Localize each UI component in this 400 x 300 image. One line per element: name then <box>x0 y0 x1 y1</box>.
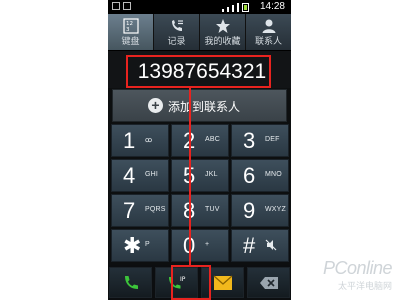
ip-call-highlight-box <box>171 265 211 300</box>
tab-contacts[interactable]: 联系人 <box>246 14 291 50</box>
keypad: 1 ꝏ 2 ABC 3 DEF 4 GHI 5 JKL 6 MNO 7 PQRS… <box>108 124 291 264</box>
storage-notification-icon <box>123 2 131 10</box>
tab-keypad-label: 键盘 <box>121 36 140 46</box>
signal-bar-icon <box>237 3 239 12</box>
key-letters: JKL <box>205 171 218 178</box>
contact-icon <box>262 19 275 33</box>
key-digit: 4 <box>123 163 136 188</box>
signal-bar-icon <box>222 9 224 12</box>
watermark-logo-text: PConline <box>322 258 393 278</box>
key-3[interactable]: 3 DEF <box>231 124 289 157</box>
signal-bar-icon <box>232 5 234 12</box>
tab-favorites[interactable]: 我的收藏 <box>200 14 245 50</box>
notification-icons <box>112 2 131 10</box>
key-digit: 3 <box>243 128 256 153</box>
tab-call-log-label: 记录 <box>167 36 186 46</box>
signal-bar-icon <box>227 7 229 12</box>
key-8[interactable]: 8 TUV <box>171 194 229 227</box>
key-hash[interactable]: # <box>231 229 289 262</box>
add-to-contacts-button[interactable]: + 添加到联系人 <box>112 89 287 122</box>
tab-contacts-label: 联系人 <box>254 36 282 46</box>
key-letters: DEF <box>265 136 280 143</box>
status-time: 14:28 <box>259 1 285 12</box>
number-highlight-box <box>126 55 271 88</box>
call-icon <box>124 275 138 289</box>
key-digit: 7 <box>123 198 136 223</box>
plus-icon: + <box>148 98 163 113</box>
key-letters: GHI <box>145 171 159 178</box>
tab-favorites-label: 我的收藏 <box>204 36 241 46</box>
silent-mode-icon <box>265 239 277 251</box>
key-letters: TUV <box>205 206 220 213</box>
key-star[interactable]: ✱ P <box>111 229 169 262</box>
key-letters: P <box>145 241 150 248</box>
key-letters: + <box>205 241 210 248</box>
add-to-contacts-label: 添加到联系人 <box>168 100 241 114</box>
backspace-button[interactable] <box>247 267 290 298</box>
watermark-subtext: 太平洋电脑网 <box>337 281 392 291</box>
key-2[interactable]: 2 ABC <box>171 124 229 157</box>
call-log-icon <box>171 20 183 31</box>
status-bar: 14:28 <box>108 0 291 14</box>
key-0[interactable]: 0 + <box>171 229 229 262</box>
backspace-icon <box>259 276 278 289</box>
key-1[interactable]: 1 ꝏ <box>111 124 169 157</box>
signal-icons <box>222 2 249 12</box>
key-letters: PQRS <box>145 206 166 213</box>
key-digit: ✱ <box>123 233 142 258</box>
tab-call-log[interactable]: 记录 <box>154 14 199 50</box>
voicemail-icon: ꝏ <box>145 137 153 144</box>
star-icon <box>215 19 230 33</box>
key-6[interactable]: 6 MNO <box>231 159 289 192</box>
highlight-connector-line <box>189 87 191 267</box>
key-9[interactable]: 9 WXYZ <box>231 194 289 227</box>
svg-text:3: 3 <box>126 27 130 33</box>
key-letters: WXYZ <box>265 206 287 213</box>
message-icon <box>213 275 232 290</box>
screenshot-notification-icon <box>112 2 120 10</box>
pconline-watermark: PConline 太平洋电脑网 <box>322 258 393 292</box>
key-digit: 1 <box>123 128 136 153</box>
key-letters: ABC <box>205 136 220 143</box>
tab-bar: 12 3 键盘 记录 我的收藏 联系人 <box>108 14 291 51</box>
key-digit: # <box>243 233 256 258</box>
key-4[interactable]: 4 GHI <box>111 159 169 192</box>
key-digit: 6 <box>243 163 256 188</box>
key-digit: 9 <box>243 198 256 223</box>
call-button[interactable] <box>109 267 152 298</box>
battery-icon <box>242 3 249 12</box>
key-7[interactable]: 7 PQRS <box>111 194 169 227</box>
key-5[interactable]: 5 JKL <box>171 159 229 192</box>
tab-keypad[interactable]: 12 3 键盘 <box>108 14 153 50</box>
dialpad-icon: 12 3 <box>122 18 139 34</box>
phone-screen: 14:28 12 3 键盘 记录 我的收藏 联系人 13987654321 + … <box>108 0 291 300</box>
key-letters: MNO <box>265 171 282 178</box>
